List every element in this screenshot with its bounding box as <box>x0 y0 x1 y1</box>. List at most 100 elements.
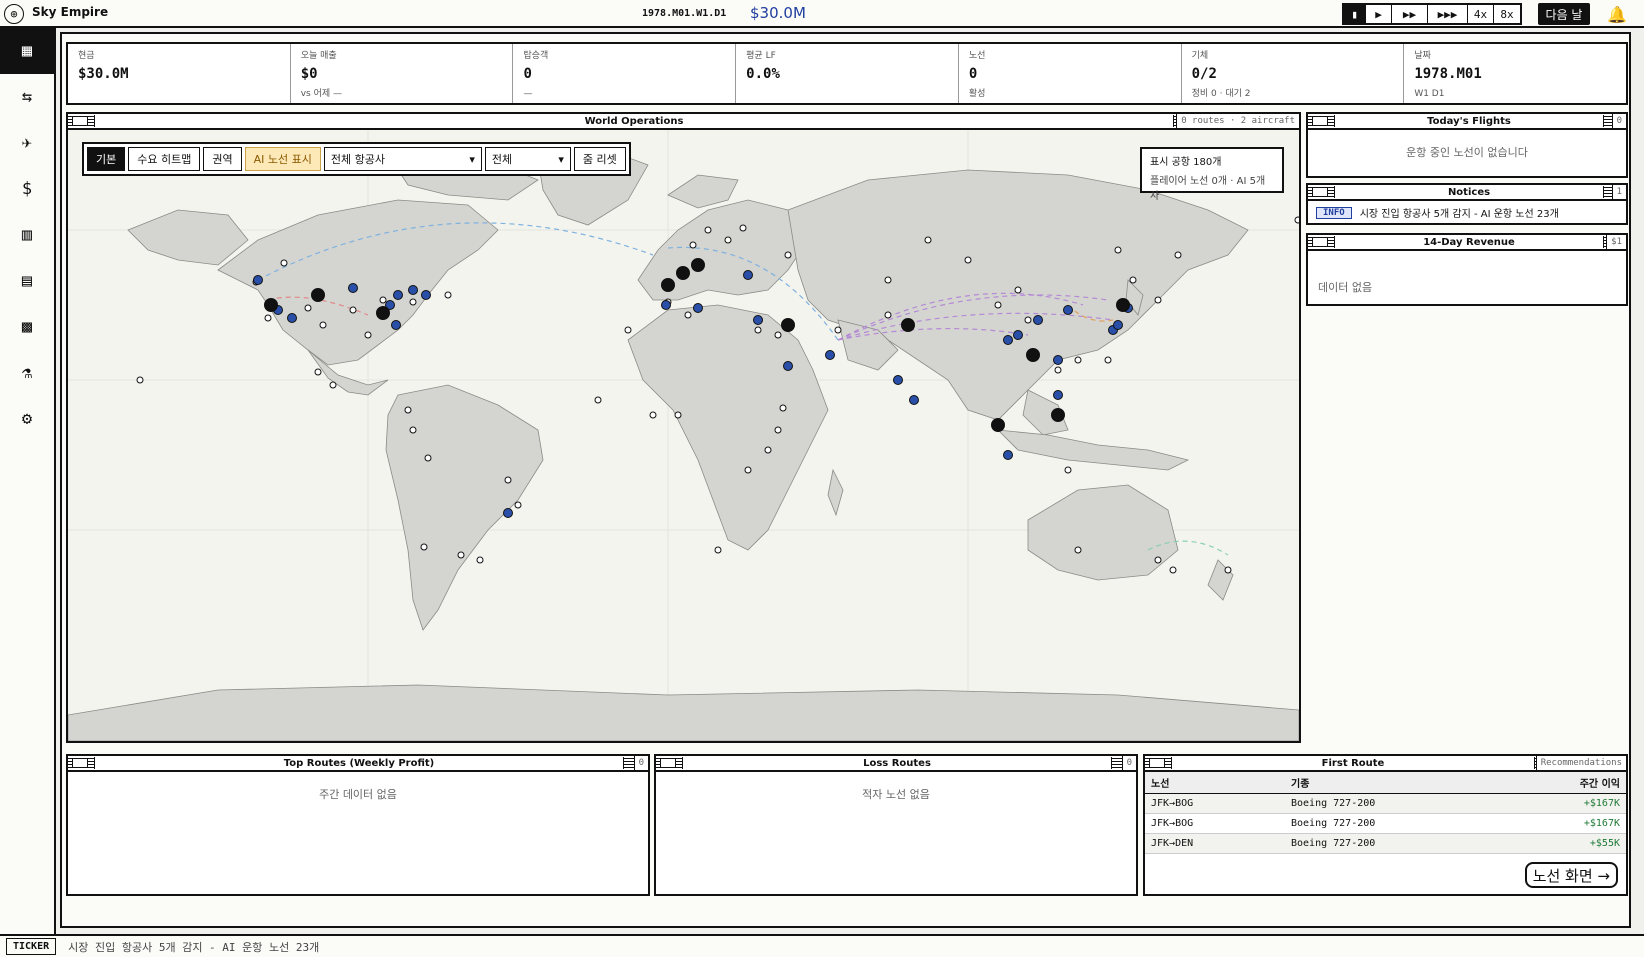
window-box-icon <box>72 116 88 126</box>
world-map[interactable] <box>68 130 1299 741</box>
speed-4x-button[interactable]: 4x <box>1468 5 1494 23</box>
sidebar-news[interactable]: ▤ <box>0 258 54 304</box>
chevron-down-icon: ▾ <box>469 152 475 166</box>
panel-title: Notices <box>1334 186 1604 198</box>
first-route-panel: First Route Recommendations 노선 기종 주간 이익 … <box>1143 754 1628 896</box>
kpi-aircraft: 기체 0/2 정비 0 · 대기 2 <box>1182 44 1405 103</box>
col-route: 노선 <box>1145 772 1285 794</box>
heatmap-button[interactable]: 수요 히트맵 <box>128 147 201 171</box>
window-box-icon <box>1312 187 1328 197</box>
panel-count: 0 <box>1121 756 1136 770</box>
globe-logo-icon: ⊕ <box>4 4 24 24</box>
kpi-passengers: 탑승객 0 — <box>513 44 737 103</box>
route-cell: JFK→BOG <box>1145 793 1285 814</box>
finance-icon: $ <box>21 179 33 199</box>
notice-item[interactable]: INFO 시장 진입 항공사 5개 감지 - AI 운항 노선 23개 <box>1308 201 1626 224</box>
chart-icon: ▥ <box>21 225 33 245</box>
type-cell: Boeing 727-200 <box>1285 793 1506 814</box>
research-icon: ⚗ <box>21 363 33 383</box>
kpi-routes: 노선 0 활성 <box>959 44 1182 103</box>
sidebar-fleet[interactable]: ✈ <box>0 120 54 166</box>
panel-meta: $1 <box>1606 235 1626 249</box>
panel-meta: Recommendations <box>1535 756 1626 770</box>
col-type: 기종 <box>1285 772 1506 794</box>
kpi-value: 0.0% <box>746 66 780 82</box>
panel-count: 0 <box>1611 114 1626 128</box>
cash-display: $30.0M <box>750 4 806 22</box>
top-routes-panel: Top Routes (Weekly Profit) 0 주간 데이터 없음 <box>66 754 650 896</box>
dashboard-icon: ▦ <box>21 41 33 61</box>
play-button[interactable]: ▶ <box>1366 5 1392 23</box>
speed-controls: ▮ ▶ ▶▶ ▶▶▶ 4x 8x <box>1342 3 1522 25</box>
panel-title: 14-Day Revenue <box>1334 236 1604 248</box>
region-button[interactable]: 권역 <box>203 147 242 171</box>
kpi-value: 1978.M01 <box>1414 66 1482 82</box>
speed-8x-button[interactable]: 8x <box>1494 5 1520 23</box>
map-controls: 기본 수요 히트맵 권역 AI 노선 표시 전체 항공사 ▾ 전체 ▾ 줌 리셋 <box>82 142 631 176</box>
filter-select-value: 전체 <box>491 153 513 166</box>
building-icon: ▩ <box>21 317 33 337</box>
kpi-date: 날짜 1978.M01 W1 D1 <box>1404 44 1626 103</box>
panel-title: Loss Routes <box>682 757 1112 769</box>
kpi-cash: 현금 $30.0M <box>68 44 291 103</box>
ticker-bar: TICKER 시장 진입 항공사 5개 감지 - AI 운항 노선 23개 <box>0 934 1644 957</box>
kpi-value: $30.0M <box>78 66 129 82</box>
kpi-label: 평균 LF <box>746 51 776 61</box>
game-date: 1978.M01.W1.D1 <box>642 8 727 19</box>
world-map-svg <box>68 130 1299 741</box>
ticker-label: TICKER <box>6 938 57 955</box>
sidebar: ▦ ⇆ ✈ $ ▥ ▤ ▩ ⚗ ⚙ <box>0 28 56 934</box>
sidebar-dashboard[interactable]: ▦ <box>0 28 54 74</box>
type-cell: Boeing 727-200 <box>1285 813 1506 834</box>
kpi-label: 노선 <box>968 51 986 61</box>
top-bar: ⊕ Sky Empire 1978.M01.W1.D1 $30.0M ▮ ▶ ▶… <box>0 0 1644 28</box>
airports-count: 표시 공항 180개 <box>1150 157 1222 168</box>
faster-button[interactable]: ▶▶▶ <box>1428 5 1468 23</box>
ai-routes-button[interactable]: AI 노선 표시 <box>244 147 321 171</box>
sidebar-buildings[interactable]: ▩ <box>0 304 54 350</box>
fast-button[interactable]: ▶▶ <box>1392 5 1428 23</box>
airline-select[interactable]: 전체 항공사 ▾ <box>323 147 482 171</box>
window-box-icon <box>660 758 676 768</box>
kpi-sub: 정비 0 · 대기 2 <box>1191 89 1251 99</box>
zoom-reset-button[interactable]: 줌 리셋 <box>573 147 626 171</box>
loss-routes-panel: Loss Routes 0 적자 노선 없음 <box>654 754 1138 896</box>
routes-icon: ⇆ <box>21 87 33 107</box>
table-row[interactable]: JFK→BOG Boeing 727-200 +$167K <box>1145 793 1626 814</box>
sidebar-research[interactable]: ⚗ <box>0 350 54 396</box>
sidebar-settings[interactable]: ⚙ <box>0 396 54 442</box>
filter-select[interactable]: 전체 ▾ <box>484 147 571 171</box>
recommendations-table: 노선 기종 주간 이익 JFK→BOG Boeing 727-200 +$167… <box>1145 772 1626 854</box>
kpi-label: 오늘 매출 <box>300 51 337 61</box>
kpi-label: 탑승객 <box>523 51 549 61</box>
next-day-button[interactable]: 다음 날 <box>1538 3 1590 25</box>
table-row[interactable]: JFK→DEN Boeing 727-200 +$55K <box>1145 833 1626 854</box>
kpi-label: 현금 <box>78 51 95 61</box>
table-row[interactable]: JFK→BOG Boeing 727-200 +$167K <box>1145 813 1626 834</box>
route-cell: JFK→BOG <box>1145 813 1285 834</box>
col-profit: 주간 이익 <box>1505 772 1626 794</box>
world-operations-panel: World Operations 0 routes · 2 aircraft <box>66 112 1301 743</box>
pause-button[interactable]: ▮ <box>1344 5 1366 23</box>
basic-view-button[interactable]: 기본 <box>87 147 126 171</box>
kpi-sub: vs 어제 — <box>300 89 343 99</box>
map-info-box: 표시 공항 180개 플레이어 노선 0개 · AI 5개사 <box>1140 147 1284 202</box>
sidebar-routes[interactable]: ⇆ <box>0 74 54 120</box>
sidebar-finance[interactable]: $ <box>0 166 54 212</box>
gear-icon: ⚙ <box>21 409 33 429</box>
chevron-down-icon: ▾ <box>558 152 564 166</box>
top-routes-empty: 주간 데이터 없음 <box>319 788 397 801</box>
kpi-revenue: 오늘 매출 $0 vs 어제 — <box>291 44 514 103</box>
route-cell: JFK→DEN <box>1145 833 1285 854</box>
panel-meta: 0 routes · 2 aircraft <box>1176 114 1299 128</box>
revenue-empty: 데이터 없음 <box>1318 281 1373 294</box>
info-badge: INFO <box>1316 206 1352 219</box>
sidebar-stats[interactable]: ▥ <box>0 212 54 258</box>
profit-cell: +$55K <box>1505 833 1626 854</box>
routes-screen-button[interactable]: 노선 화면 → <box>1524 862 1618 888</box>
type-cell: Boeing 727-200 <box>1285 833 1506 854</box>
panel-title: World Operations <box>94 115 1174 127</box>
bell-icon[interactable]: 🔔 <box>1606 3 1628 25</box>
kpi-strip: 현금 $30.0M 오늘 매출 $0 vs 어제 — 탑승객 0 — 평균 LF… <box>66 42 1628 105</box>
flights-empty: 운항 중인 노선이 없습니다 <box>1406 146 1528 159</box>
